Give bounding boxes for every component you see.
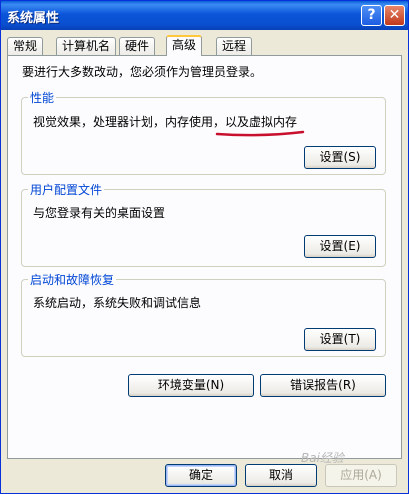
user-profiles-settings-button[interactable]: 设置(E) [304, 235, 376, 258]
apply-button[interactable]: 应用(A) [325, 464, 397, 487]
startup-recovery-group-title: 启动和故障恢复 [30, 273, 115, 287]
user-profiles-description: 与您登录有关的桌面设置 [33, 206, 166, 220]
title-bar[interactable]: 系统属性 ? ✕ [1, 1, 408, 30]
tab-general[interactable]: 常规 [7, 37, 44, 55]
tab-computer-name[interactable]: 计算机名 [56, 37, 117, 55]
startup-recovery-description: 系统启动，系统失败和调试信息 [33, 296, 202, 310]
performance-group-title: 性能 [30, 91, 55, 105]
error-reporting-button[interactable]: 错误报告(R) [260, 374, 386, 397]
close-button[interactable]: ✕ [384, 5, 405, 26]
tab-advanced[interactable]: 高级 [166, 35, 203, 56]
tab-remote[interactable]: 远程 [216, 37, 253, 55]
performance-settings-button[interactable]: 设置(S) [304, 146, 376, 169]
help-button[interactable]: ? [361, 5, 382, 26]
cancel-button[interactable]: 取消 [245, 464, 317, 487]
user-profiles-group-title: 用户配置文件 [30, 183, 103, 197]
tab-hardware[interactable]: 硬件 [119, 37, 156, 55]
admin-notice: 要进行大多数改动，您必须作为管理员登录。 [22, 65, 263, 79]
system-properties-window: 系统属性 ? ✕ 常规 计算机名 硬件 高级 远程 要进行大多数改动，您必须作为… [0, 0, 409, 494]
red-underline-annotation [215, 130, 305, 137]
window-title: 系统属性 [7, 11, 60, 26]
environment-variables-button[interactable]: 环境变量(N) [128, 374, 254, 397]
startup-recovery-settings-button[interactable]: 设置(T) [304, 328, 376, 351]
ok-button[interactable]: 确定 [165, 464, 237, 487]
